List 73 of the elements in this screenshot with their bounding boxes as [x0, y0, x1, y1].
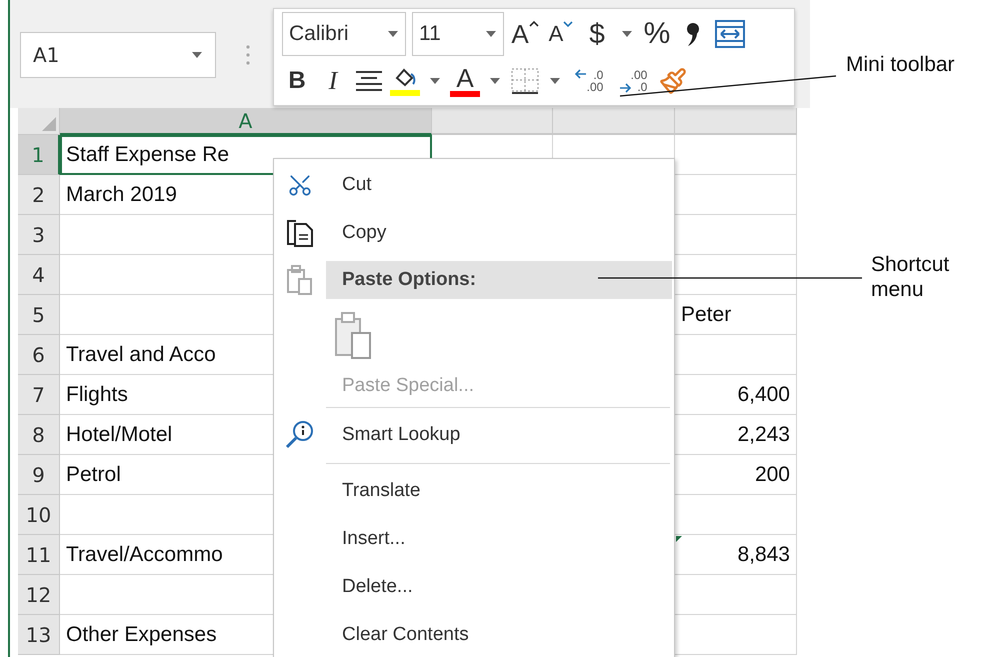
decrease-decimal-button[interactable]: .00 .0	[614, 61, 652, 101]
triangle-icon	[42, 117, 56, 131]
cell-text: Peter	[681, 302, 732, 326]
caret-icon	[191, 51, 203, 59]
name-box[interactable]: A1	[20, 32, 216, 78]
callout-label: Shortcut menu	[871, 252, 950, 302]
row-header[interactable]: 3	[18, 215, 60, 255]
cell-text: Travel and Acco	[66, 342, 216, 366]
search-icon	[285, 420, 315, 450]
menu-item[interactable]: Copy	[274, 209, 674, 257]
font-name-field[interactable]: Calibri	[282, 12, 406, 56]
color-swatch	[390, 90, 420, 96]
row-header[interactable]: 10	[18, 495, 60, 535]
menu-item[interactable]: Delete...	[274, 563, 674, 611]
row-header[interactable]: 5	[18, 295, 60, 335]
wrap-text-icon	[714, 19, 746, 49]
cell-text: 6,400	[737, 382, 790, 406]
cell-text: Travel/Accommo	[66, 542, 223, 566]
caret-icon	[621, 30, 633, 38]
paintbrush-icon	[659, 67, 687, 95]
up-chevron-icon	[528, 20, 539, 28]
color-swatch	[450, 91, 480, 97]
cell-text: Flights	[66, 382, 128, 406]
callout-label: Mini toolbar	[846, 52, 956, 78]
row-header[interactable]: 8	[18, 415, 60, 455]
row-header[interactable]: 13	[18, 615, 60, 655]
down-chevron-icon	[563, 20, 574, 28]
cell-text: March 2019	[66, 182, 177, 206]
caret-icon	[387, 30, 399, 38]
row-header[interactable]: 1	[18, 135, 60, 175]
cell-text: 2,243	[737, 422, 790, 446]
row-header[interactable]: 7	[18, 375, 60, 415]
menu-section-header: Paste Options:	[326, 261, 672, 299]
cell-text: Other Expenses	[66, 622, 217, 646]
align-center-icon	[354, 69, 384, 93]
increase-decimal-button[interactable]: .0 .00	[570, 61, 608, 101]
currency-button[interactable]: $	[582, 14, 612, 54]
row-header[interactable]: 6	[18, 335, 60, 375]
row-header[interactable]: 11	[18, 535, 60, 575]
copy-icon	[285, 218, 315, 248]
caret-icon	[485, 30, 497, 38]
menu-item[interactable]: Smart Lookup	[274, 411, 674, 459]
caret-icon	[549, 77, 561, 85]
cell-text: Hotel/Motel	[66, 422, 172, 446]
cell-text: 200	[754, 462, 790, 486]
bold-button[interactable]: B	[282, 61, 312, 101]
italic-button[interactable]: I	[318, 61, 348, 101]
borders-icon	[510, 67, 540, 95]
row-header[interactable]: 9	[18, 455, 60, 495]
cell-text: Staff Expense Re	[66, 142, 230, 166]
menu-item[interactable]: Translate	[274, 467, 674, 515]
row-header[interactable]: 12	[18, 575, 60, 615]
percent-button[interactable]: %	[642, 14, 672, 54]
clipboard-icon	[334, 311, 374, 361]
font-size-field[interactable]: 11	[412, 12, 504, 56]
menu-item[interactable]: Cut	[274, 161, 674, 209]
cell-text: 8,843	[737, 542, 790, 566]
column-header[interactable]: A	[60, 108, 432, 135]
cell-text: Petrol	[66, 462, 121, 486]
arrow-icon	[618, 83, 631, 93]
grip-icon	[246, 44, 250, 66]
row-header[interactable]: 4	[18, 255, 60, 295]
menu-item[interactable]: Insert...	[274, 515, 674, 563]
row-header[interactable]: 2	[18, 175, 60, 215]
shrink-font-button[interactable]: A	[546, 14, 576, 54]
arrow-icon	[574, 69, 587, 79]
font-color-button[interactable]: A	[450, 61, 480, 101]
caret-icon	[429, 77, 441, 85]
clipboard-icon	[286, 264, 314, 296]
menu-item[interactable]: Clear Contents	[274, 611, 674, 657]
caret-icon	[489, 77, 501, 85]
comma-icon	[685, 21, 701, 47]
grow-font-button[interactable]: A	[510, 14, 540, 54]
